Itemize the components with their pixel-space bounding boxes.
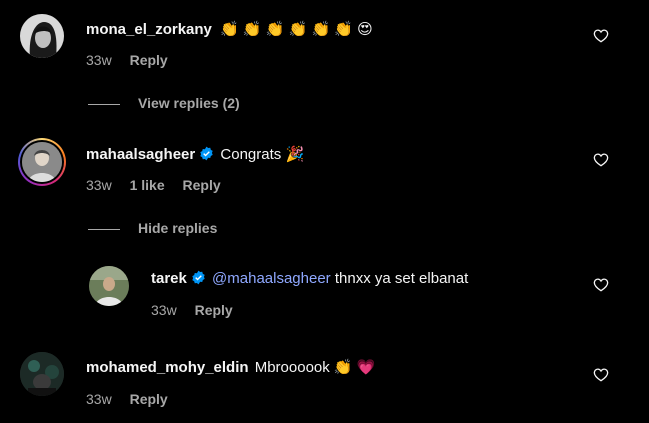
comment-username[interactable]: mohamed_mohy_eldin bbox=[86, 359, 249, 376]
avatar[interactable] bbox=[20, 14, 64, 58]
comment-timestamp: 33w bbox=[86, 177, 112, 193]
like-heart-icon[interactable] bbox=[593, 277, 609, 293]
replies-divider bbox=[88, 103, 120, 105]
reply-button[interactable]: Reply bbox=[183, 177, 221, 193]
verified-badge-icon bbox=[199, 146, 214, 161]
avatar[interactable] bbox=[20, 352, 64, 396]
comment-timestamp: 33w bbox=[86, 391, 112, 407]
like-heart-icon[interactable] bbox=[593, 367, 609, 383]
reply-text: thnxx ya set elbanat bbox=[330, 270, 469, 287]
reply-button[interactable]: Reply bbox=[195, 302, 233, 318]
like-count[interactable]: 1 like bbox=[130, 177, 165, 193]
view-replies-label[interactable]: View replies (2) bbox=[138, 95, 240, 111]
replies-divider bbox=[88, 228, 120, 230]
reply-username[interactable]: tarek bbox=[151, 270, 187, 287]
avatar-story-ring[interactable] bbox=[18, 138, 66, 186]
hide-replies-button[interactable]: Hide replies bbox=[88, 220, 217, 236]
comment-text: Mbroooook 👏 💗 bbox=[254, 359, 376, 376]
avatar[interactable] bbox=[89, 266, 129, 306]
like-heart-icon[interactable] bbox=[593, 28, 609, 44]
mention-link[interactable]: @mahaalsagheer bbox=[212, 270, 331, 287]
comment-text: 👏 👏 👏 👏 👏 👏 😍 bbox=[220, 21, 373, 38]
comment-username[interactable]: mona_el_zorkany bbox=[86, 21, 212, 38]
avatar bbox=[22, 142, 62, 182]
comment-text: Congrats 🎉 bbox=[220, 146, 305, 163]
reply-timestamp: 33w bbox=[151, 302, 177, 318]
reply-button[interactable]: Reply bbox=[130, 52, 168, 68]
comment-timestamp: 33w bbox=[86, 52, 112, 68]
comment-username[interactable]: mahaalsagheer bbox=[86, 146, 195, 163]
like-heart-icon[interactable] bbox=[593, 152, 609, 168]
view-replies-button[interactable]: View replies (2) bbox=[88, 95, 240, 111]
hide-replies-label[interactable]: Hide replies bbox=[138, 220, 217, 236]
verified-badge-icon bbox=[191, 270, 206, 285]
reply-button[interactable]: Reply bbox=[130, 391, 168, 407]
